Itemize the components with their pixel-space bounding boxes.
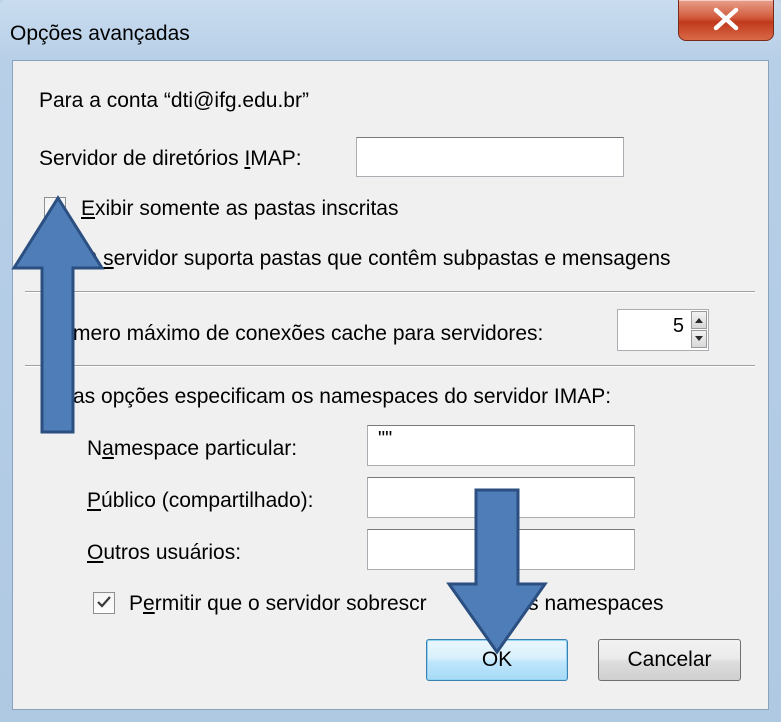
others-namespace-label: Outros usuários: <box>87 541 242 564</box>
public-namespace-input[interactable] <box>367 477 635 518</box>
cancel-button[interactable]: Cancelar <box>598 639 741 681</box>
separator <box>25 365 755 367</box>
override-namespaces-checkbox[interactable] <box>93 592 115 614</box>
account-label: Para a conta “dti@ifg.edu.br” <box>39 89 309 112</box>
personal-namespace-input[interactable]: "" <box>367 425 635 466</box>
max-connections-label: mero máximo de conexões cache para servi… <box>73 322 544 345</box>
subscribed-only-label: Exibir somente as pastas inscritas <box>81 197 399 220</box>
dialog-body: Para a conta “dti@ifg.edu.br” Servidor d… <box>12 60 769 710</box>
close-icon <box>713 7 739 31</box>
ok-button[interactable]: OK <box>426 639 568 681</box>
subfolders-label: O servidor suporta pastas que contêm sub… <box>81 247 671 270</box>
personal-namespace-label: Namespace particular: <box>87 437 298 460</box>
subscribed-only-checkbox[interactable] <box>44 197 66 219</box>
max-connections-spinner[interactable]: 5 <box>617 309 709 351</box>
spin-up-button[interactable] <box>691 311 707 329</box>
close-button[interactable] <box>678 0 774 41</box>
spin-down-button[interactable] <box>691 330 707 348</box>
namespaces-heading: as opções especificam os namespaces do s… <box>73 385 612 408</box>
max-connections-value: 5 <box>672 315 684 337</box>
imap-directory-input[interactable] <box>356 137 624 177</box>
chevron-up-icon <box>695 318 703 323</box>
window-title: Opções avançadas <box>10 22 190 45</box>
others-namespace-input[interactable] <box>367 529 635 570</box>
subfolders-checkbox[interactable] <box>44 247 66 269</box>
public-namespace-label: Público (compartilhado): <box>87 489 314 512</box>
imap-directory-label: Servidor de diretórios IMAP: <box>39 147 302 170</box>
override-namespaces-label: Permitir que o servidor sobrescr tes name… <box>129 592 664 615</box>
advanced-options-window: Opções avançadas Para a conta “dti@ifg.e… <box>0 0 781 722</box>
checkmark-icon <box>48 251 62 263</box>
checkmark-icon <box>97 596 111 608</box>
chevron-down-icon <box>695 336 703 341</box>
separator <box>25 291 755 293</box>
